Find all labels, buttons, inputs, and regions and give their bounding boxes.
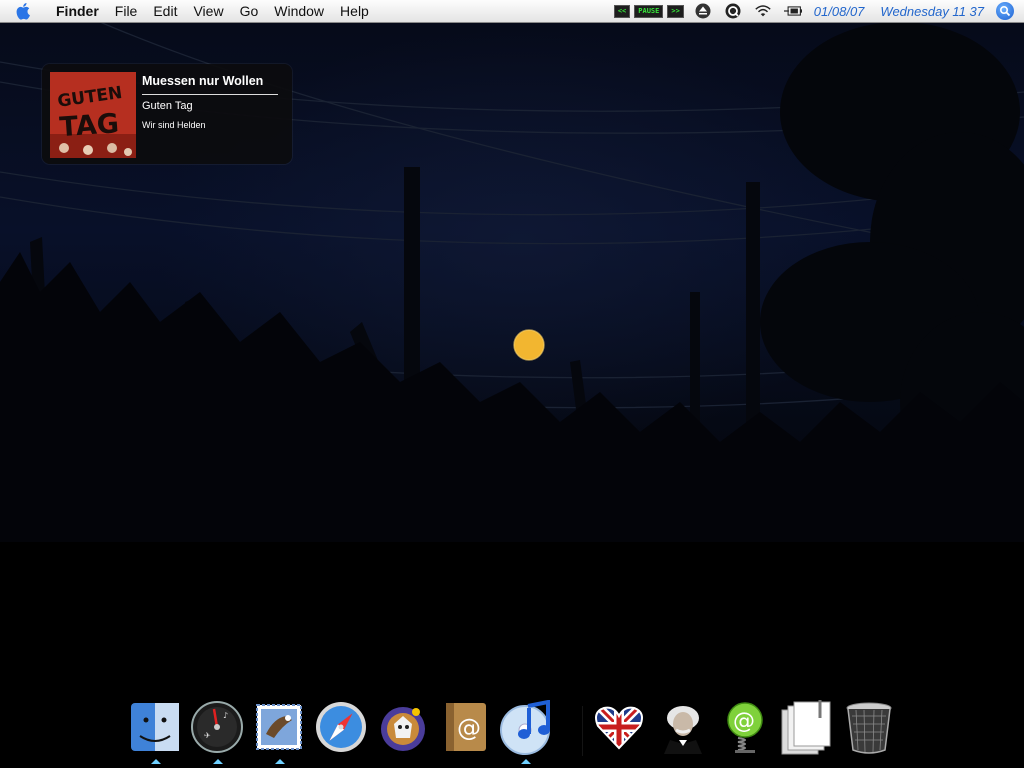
dock-item-trash[interactable] <box>842 700 898 760</box>
menu-extras: << PAUSE >> 01/08/07 Wednesday 11 37 <box>613 0 1024 22</box>
dock-item-address-book[interactable]: @ <box>438 700 494 760</box>
at-spring-icon: @ <box>727 702 763 753</box>
dashboard-icon: ✈ ♪ <box>191 701 243 753</box>
svg-text:✈: ✈ <box>204 731 211 740</box>
documents-stack-icon <box>781 700 831 755</box>
adium-icon <box>381 707 425 751</box>
menu-clock-time[interactable]: Wednesday 11 37 <box>880 4 984 19</box>
svg-text:@: @ <box>457 714 481 742</box>
quicksilver-icon[interactable] <box>724 2 742 20</box>
mail-icon <box>256 704 302 750</box>
menu-help[interactable]: Help <box>332 0 377 22</box>
wifi-icon[interactable] <box>754 2 772 20</box>
album-art-text-tag: TAG <box>59 108 120 143</box>
running-indicator <box>213 759 223 764</box>
menu-app-finder[interactable]: Finder <box>48 0 107 22</box>
next-track-label: >> <box>667 4 684 18</box>
dock-item-dashboard[interactable]: ✈ ♪ <box>190 700 246 764</box>
dock-item-documents[interactable] <box>776 700 832 760</box>
dock-item-at-spring[interactable]: @ <box>718 700 774 760</box>
eject-icon[interactable] <box>694 2 712 20</box>
previous-track-button[interactable]: << <box>613 4 631 18</box>
dock: ✈ ♪ @ @ <box>122 696 904 768</box>
dock-item-finder[interactable] <box>128 700 184 764</box>
pause-button[interactable]: PAUSE <box>634 4 664 18</box>
menu-bar: Finder File Edit View Go Window Help << … <box>0 0 1024 23</box>
next-track-button[interactable]: >> <box>667 4 684 18</box>
finder-icon <box>131 703 179 751</box>
spotlight-search-icon[interactable] <box>996 2 1014 20</box>
running-indicator <box>275 759 285 764</box>
menu-edit[interactable]: Edit <box>145 0 185 22</box>
svg-text:♪: ♪ <box>223 711 228 720</box>
itunes-icon <box>500 700 550 755</box>
safari-icon <box>316 702 366 752</box>
svg-text:@: @ <box>733 709 755 734</box>
running-indicator <box>521 759 531 764</box>
dock-item-mail[interactable] <box>252 700 308 764</box>
running-indicator <box>151 759 161 764</box>
menu-clock-date[interactable]: 01/08/07 <box>814 4 865 19</box>
menu-view[interactable]: View <box>185 0 231 22</box>
pause-label: PAUSE <box>634 4 664 18</box>
now-playing-widget[interactable]: GUTEN TAG Muessen nur Wollen Guten Tag W… <box>42 64 292 164</box>
dock-item-adium[interactable] <box>376 700 432 760</box>
address-book-icon: @ <box>446 703 486 751</box>
battery-power-icon[interactable] <box>783 2 802 20</box>
now-playing-title: Muessen nur Wollen <box>142 74 264 88</box>
dock-item-uk-dictionary[interactable] <box>592 700 648 760</box>
dock-item-itunes[interactable] <box>498 700 554 764</box>
now-playing-artist: Wir sind Helden <box>142 120 206 130</box>
menu-file[interactable]: File <box>107 0 146 22</box>
trash-icon <box>846 702 892 754</box>
uk-heart-icon <box>595 706 643 750</box>
now-playing-album: Guten Tag <box>142 100 193 112</box>
apple-menu-icon[interactable] <box>16 2 36 20</box>
previous-track-label: << <box>613 4 631 18</box>
menu-go[interactable]: Go <box>232 0 267 22</box>
dock-separator <box>582 706 583 756</box>
einstein-icon <box>664 706 702 754</box>
dock-item-safari[interactable] <box>314 700 370 760</box>
album-art: GUTEN TAG <box>50 72 136 158</box>
dock-item-einstein[interactable] <box>656 700 712 760</box>
menu-window[interactable]: Window <box>266 0 332 22</box>
now-playing-divider <box>142 94 278 95</box>
